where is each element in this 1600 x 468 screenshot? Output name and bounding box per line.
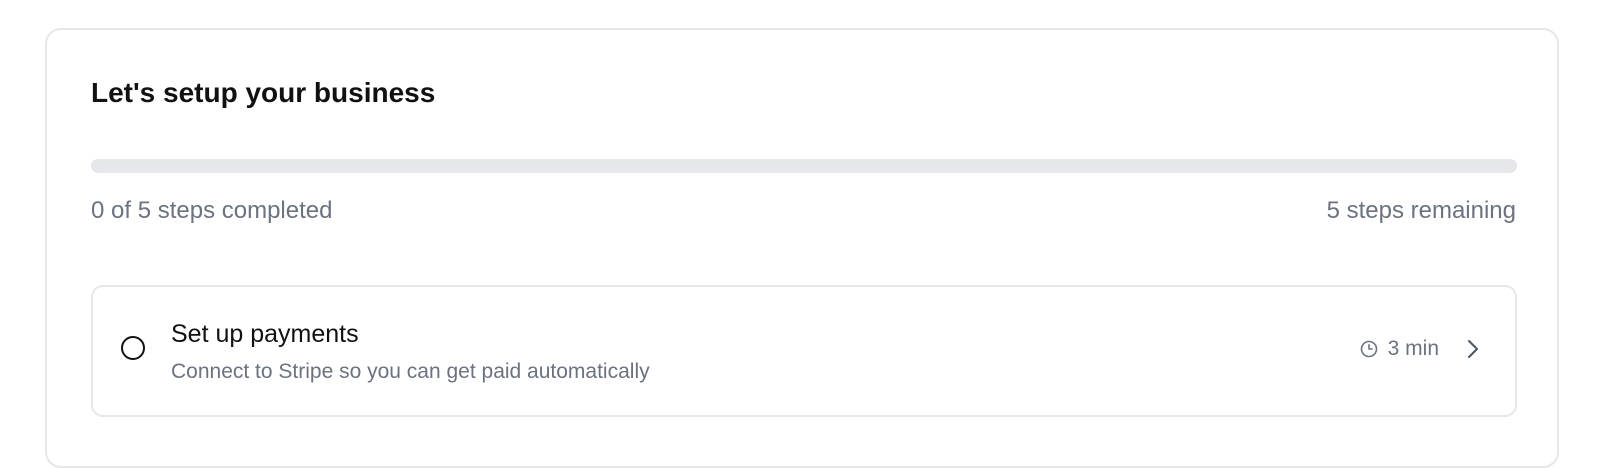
progress-bar [91,159,1517,173]
steps-completed-text: 0 of 5 steps completed [91,197,333,224]
step-set-up-payments[interactable]: Set up payments Connect to Stripe so you… [91,285,1517,417]
step-time: 3 min [1387,337,1439,360]
setup-card: Let's setup your business 0 of 5 steps c… [45,28,1559,468]
steps-remaining-text: 5 steps remaining [1326,197,1516,224]
step-title: Set up payments [171,320,359,348]
circle-check-icon[interactable] [121,336,145,360]
setup-title: Let's setup your business [91,77,436,108]
step-description: Connect to Stripe so you can get paid au… [171,360,650,383]
clock-icon [1360,340,1378,358]
step-meta: 3 min [1360,334,1481,364]
chevron-right-icon[interactable] [1465,338,1481,360]
